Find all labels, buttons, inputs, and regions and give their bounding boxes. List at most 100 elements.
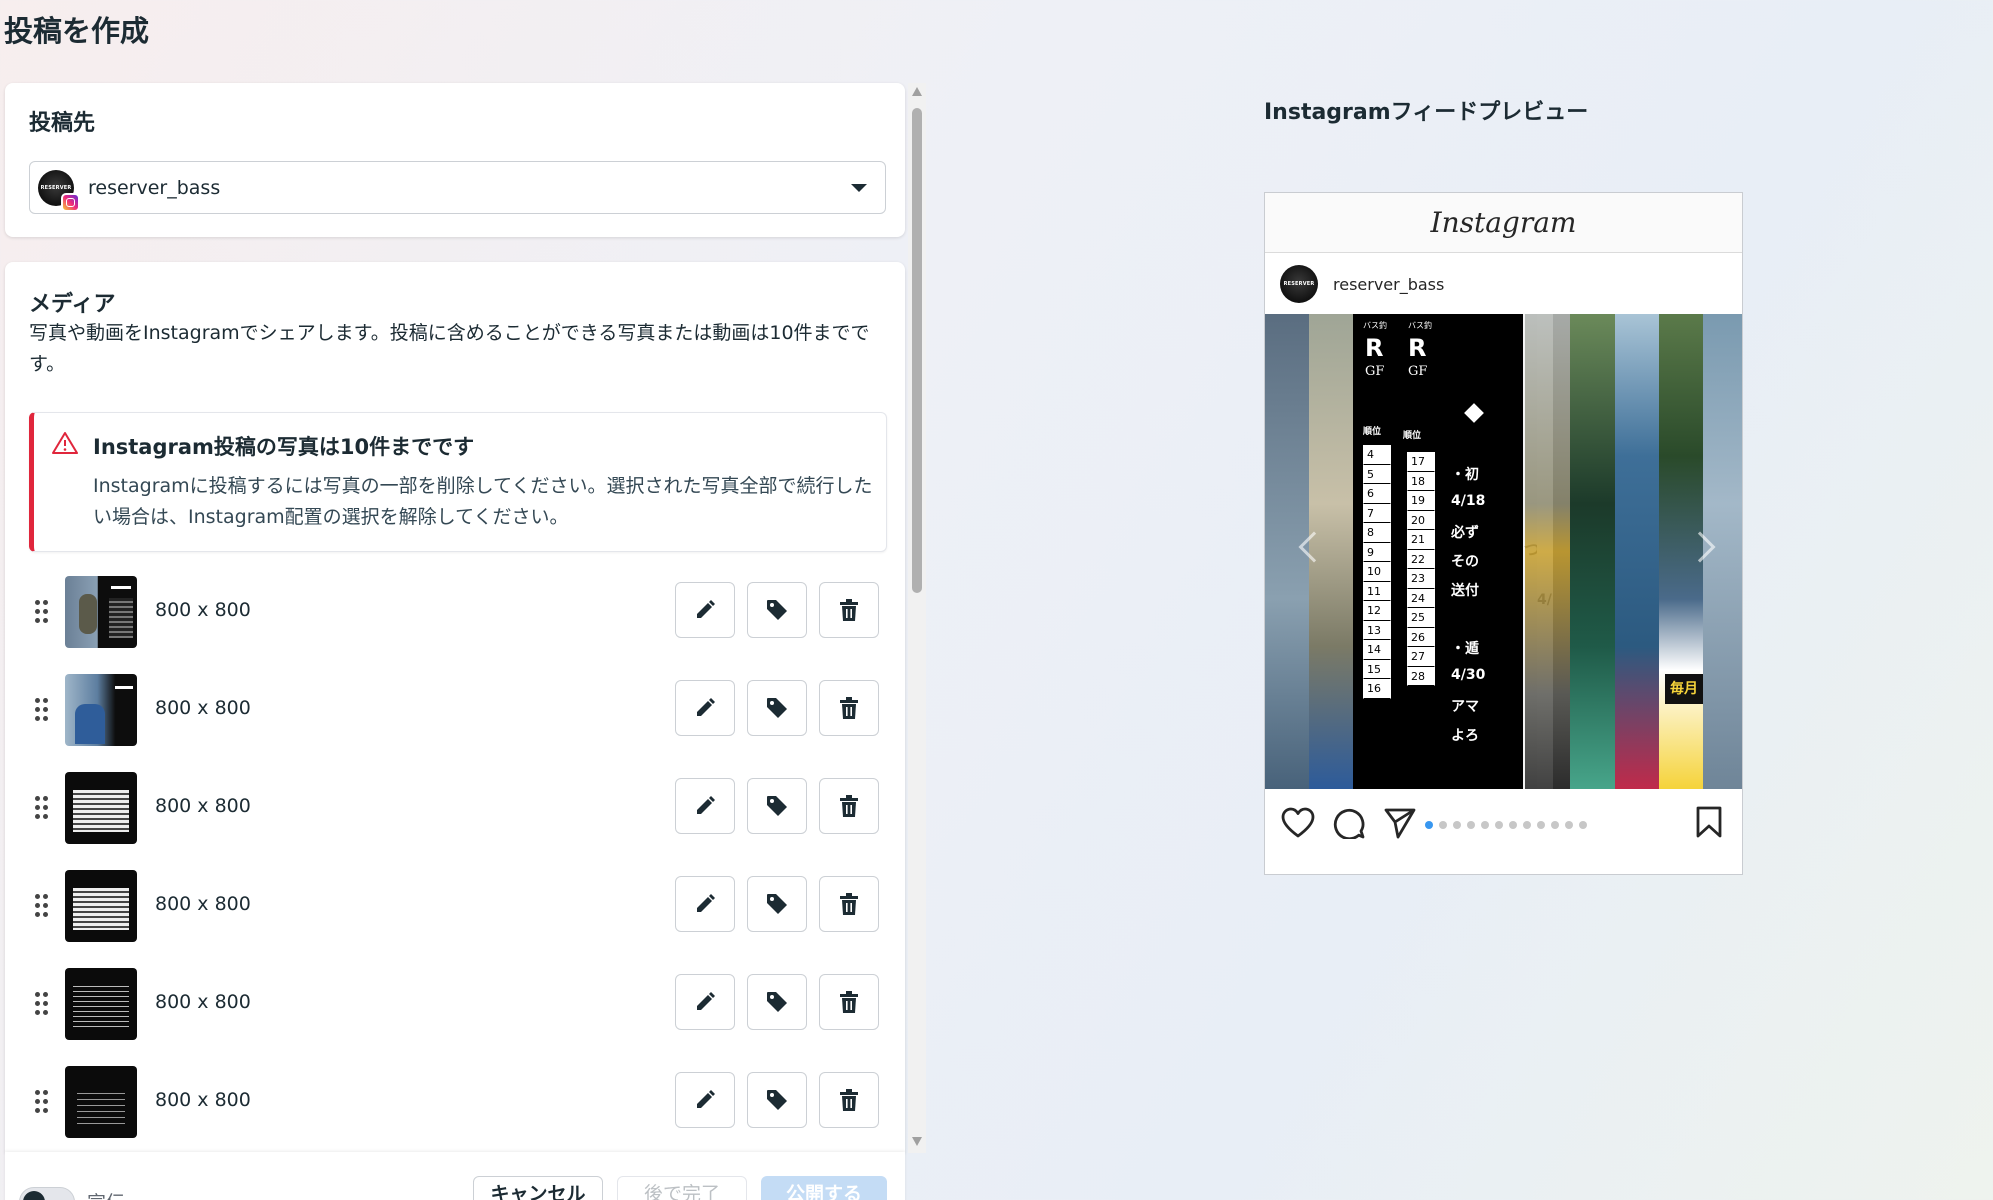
notes-text: 必ず	[1451, 525, 1479, 541]
trash-icon	[840, 697, 858, 719]
promote-label: 宣伝	[87, 1188, 125, 1200]
media-thumbnail[interactable]	[65, 968, 137, 1040]
account-name: reserver_bass	[88, 176, 221, 199]
media-thumbnail[interactable]	[65, 576, 137, 648]
notes-text	[1451, 609, 1521, 638]
scroll-up-icon[interactable]	[912, 87, 922, 96]
image-text: バス釣	[1363, 321, 1387, 330]
preview-account-name: reserver_bass	[1333, 274, 1445, 294]
comment-icon[interactable]	[1333, 807, 1365, 839]
tag-button[interactable]	[747, 876, 807, 932]
avatar-text: RESERVER	[1283, 281, 1315, 287]
drag-handle-icon[interactable]	[35, 1090, 49, 1114]
instagram-header: Instagram	[1265, 193, 1742, 253]
heart-icon[interactable]	[1281, 807, 1315, 839]
media-thumbnail[interactable]	[65, 674, 137, 746]
pencil-icon	[697, 894, 715, 912]
tag-icon	[767, 600, 787, 620]
delete-button[interactable]	[819, 1072, 879, 1128]
notes-text: 送付	[1451, 583, 1479, 599]
share-icon[interactable]	[1383, 807, 1417, 839]
carousel-dot	[1495, 821, 1503, 829]
scrollbar[interactable]	[908, 83, 926, 1153]
delete-button[interactable]	[819, 974, 879, 1030]
drag-handle-icon[interactable]	[35, 600, 49, 624]
edit-button[interactable]	[675, 680, 735, 736]
instagram-logo: Instagram	[1430, 206, 1577, 239]
ranking-cell: 5	[1363, 464, 1391, 484]
drag-handle-icon[interactable]	[35, 698, 49, 722]
ranking-cell: 8	[1363, 523, 1391, 543]
carousel-dot	[1509, 821, 1517, 829]
media-item: 800 x 800	[5, 572, 905, 652]
image-text: バス釣	[1408, 321, 1432, 330]
carousel-dot	[1565, 821, 1573, 829]
page-title: 投稿を作成	[4, 14, 150, 48]
tag-icon	[767, 698, 787, 718]
scroll-down-icon[interactable]	[912, 1137, 922, 1146]
notes-text: その	[1451, 554, 1479, 570]
warning-icon	[52, 432, 78, 454]
ranking-cell: 13	[1363, 620, 1391, 640]
scroll-thumb[interactable]	[912, 108, 922, 593]
ranking-cell: 26	[1407, 627, 1435, 647]
edit-button[interactable]	[675, 876, 735, 932]
finish-later-button[interactable]: 後で完了	[617, 1176, 747, 1200]
tag-button[interactable]	[747, 1072, 807, 1128]
publish-button[interactable]: 公開する	[761, 1176, 887, 1200]
image-text: R	[1408, 334, 1427, 362]
alert-body: Instagramに投稿するには写真の一部を削除してください。選択された写真全部…	[93, 475, 873, 528]
carousel-dot	[1467, 821, 1475, 829]
tag-icon	[767, 992, 787, 1012]
bookmark-icon[interactable]	[1695, 805, 1723, 839]
image-text: GF	[1408, 364, 1428, 379]
carousel-dot	[1453, 821, 1461, 829]
image-strip	[1525, 314, 1570, 789]
ranking-cell: 16	[1363, 679, 1391, 699]
drag-handle-icon[interactable]	[35, 894, 49, 918]
alert-title: Instagram投稿の写真は10件までです	[93, 435, 475, 459]
ranking-cell: 18	[1407, 471, 1435, 491]
tag-button[interactable]	[747, 974, 807, 1030]
carousel-dot	[1439, 821, 1447, 829]
account-select[interactable]: RESERVER reserver_bass	[29, 161, 886, 214]
tag-button[interactable]	[747, 680, 807, 736]
tag-button[interactable]	[747, 582, 807, 638]
media-thumbnail[interactable]	[65, 1066, 137, 1138]
media-size: 800 x 800	[155, 1089, 251, 1111]
drag-handle-icon[interactable]	[35, 796, 49, 820]
avatar-text: RESERVER	[40, 184, 72, 191]
notes-text: 4/30	[1451, 667, 1486, 683]
carousel-dot	[1537, 821, 1545, 829]
notes-column: ・初 4/18 必ず その 送付 ・遁 4/30 アマ よろ	[1451, 464, 1521, 754]
promote-toggle[interactable]	[19, 1187, 75, 1200]
image-text: 順位	[1363, 427, 1382, 437]
ranking-cell: 15	[1363, 659, 1391, 679]
cancel-button[interactable]: キャンセル	[473, 1176, 603, 1200]
edit-button[interactable]	[675, 582, 735, 638]
preview-carousel-image[interactable]: バス釣 バス釣 R R GF GF 順位 順位 4 5 6 7 8 9 10 11 12 13 14…	[1265, 314, 1742, 789]
preview-action-bar	[1265, 793, 1742, 853]
media-thumbnail[interactable]	[65, 870, 137, 942]
edit-button[interactable]	[675, 974, 735, 1030]
media-item: 800 x 800	[5, 964, 905, 1044]
edit-button[interactable]	[675, 1072, 735, 1128]
tag-button[interactable]	[747, 778, 807, 834]
carousel-dot	[1481, 821, 1489, 829]
delete-button[interactable]	[819, 582, 879, 638]
ranking-cell: 4	[1363, 445, 1391, 465]
drag-handle-icon[interactable]	[35, 992, 49, 1016]
carousel-dot	[1579, 821, 1587, 829]
delete-button[interactable]	[819, 680, 879, 736]
ranking-cell: 28	[1407, 666, 1435, 686]
trash-icon	[840, 991, 858, 1013]
pencil-icon	[697, 698, 715, 716]
media-thumbnail[interactable]	[65, 772, 137, 844]
ranking-image-strip: バス釣 バス釣 R R GF GF 順位 順位 4 5 6 7 8 9 10 11 12 13 14…	[1353, 314, 1523, 789]
ranking-cell: 21	[1407, 530, 1435, 550]
edit-button[interactable]	[675, 778, 735, 834]
ranking-cell: 11	[1363, 581, 1391, 601]
delete-button[interactable]	[819, 778, 879, 834]
media-description: 写真や動画をInstagramでシェアします。投稿に含めることができる写真または…	[29, 322, 870, 375]
delete-button[interactable]	[819, 876, 879, 932]
